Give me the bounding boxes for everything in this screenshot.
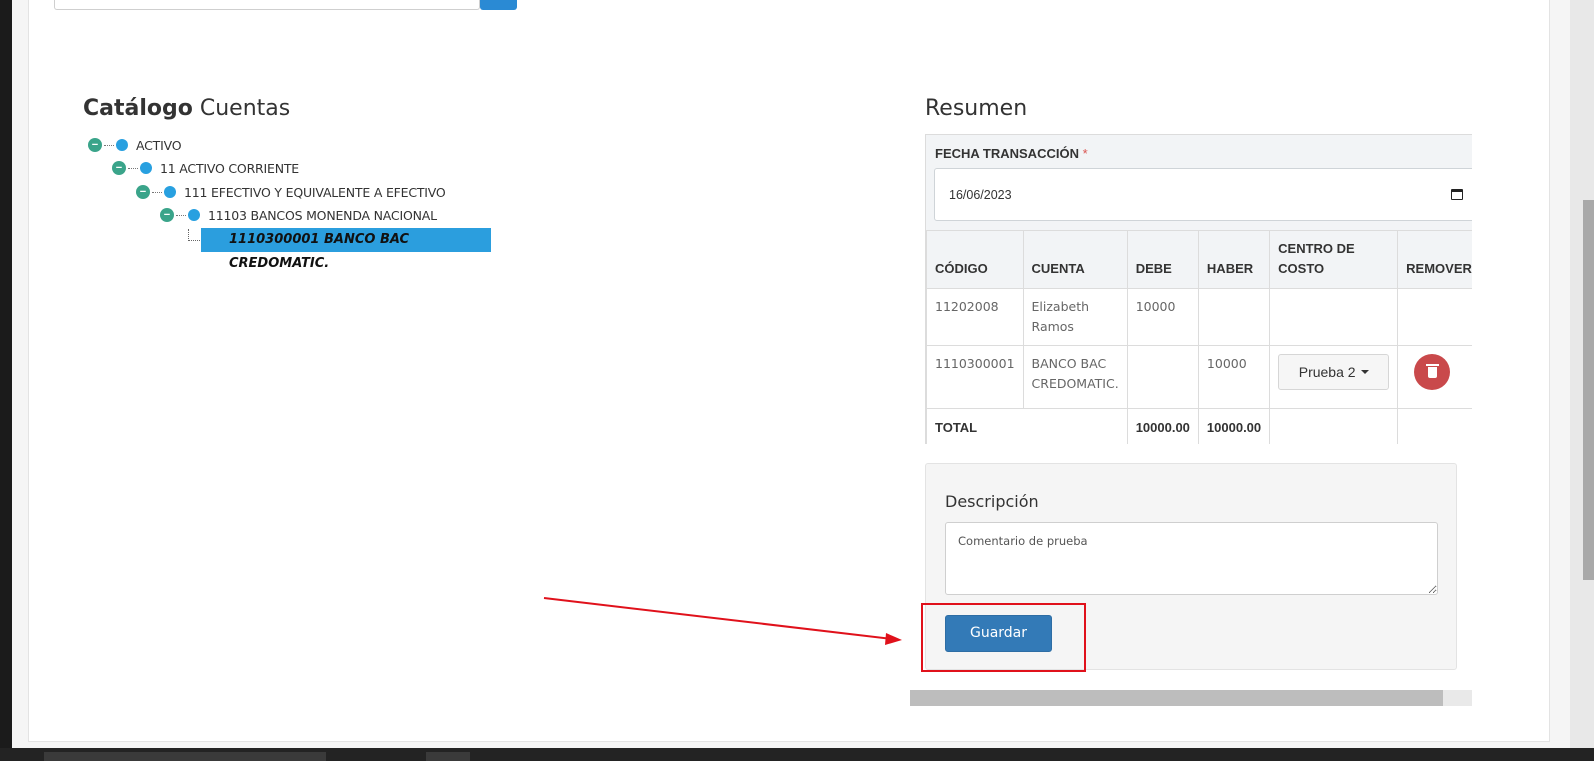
column-header-centro-costo: CENTRO DE COSTO bbox=[1269, 230, 1399, 289]
collapse-icon[interactable]: − bbox=[160, 208, 174, 222]
cell-haber: 10000 bbox=[1197, 345, 1271, 409]
transaction-date-input[interactable]: 16/06/2023 bbox=[934, 168, 1472, 221]
catalog-title: Catálogo Cuentas bbox=[83, 96, 290, 121]
tree-connector bbox=[128, 167, 138, 169]
summary-panel: FECHA TRANSACCIÓN * 16/06/2023 CÓDIGO CU… bbox=[925, 134, 1472, 444]
column-header-debe: DEBE bbox=[1126, 230, 1199, 289]
column-header-cuenta: CUENTA bbox=[1022, 230, 1128, 289]
total-haber: 10000.00 bbox=[1197, 408, 1271, 444]
table-row: 1110300001 BANCO BAC CREDOMATIC. 10000 P… bbox=[926, 345, 1472, 409]
cost-center-dropdown[interactable]: Prueba 2 bbox=[1278, 354, 1390, 390]
total-debe: 10000.00 bbox=[1126, 408, 1199, 444]
collapse-icon[interactable]: − bbox=[88, 138, 102, 152]
cell-haber bbox=[1197, 288, 1271, 346]
trash-icon bbox=[1425, 363, 1439, 378]
tree-connector bbox=[188, 229, 202, 241]
summary-title: Resumen bbox=[925, 96, 1028, 121]
tree-connector bbox=[176, 214, 186, 216]
cell-debe bbox=[1126, 345, 1199, 409]
top-input-field[interactable] bbox=[54, 0, 480, 10]
calendar-icon[interactable] bbox=[1451, 189, 1463, 200]
date-section: FECHA TRANSACCIÓN * 16/06/2023 bbox=[926, 134, 1472, 230]
remove-row-button[interactable] bbox=[1414, 354, 1451, 390]
tree-node-label[interactable]: 111 EFECTIVO Y EQUIVALENTE A EFECTIVO bbox=[184, 185, 446, 200]
window-frame-left bbox=[0, 0, 12, 761]
cost-center-value: Prueba 2 bbox=[1298, 364, 1356, 380]
annotation-arrow-icon bbox=[543, 597, 902, 645]
folder-dot-icon bbox=[188, 209, 200, 221]
column-header-codigo: CÓDIGO bbox=[926, 230, 1024, 289]
cell-cuenta: Elizabeth Ramos bbox=[1022, 288, 1128, 346]
date-label: FECHA TRANSACCIÓN * bbox=[935, 146, 1088, 161]
folder-dot-icon bbox=[164, 186, 176, 198]
tree-connector bbox=[104, 144, 114, 146]
cell-codigo: 1110300001 bbox=[926, 345, 1024, 409]
cell-remover bbox=[1397, 345, 1472, 409]
folder-dot-icon bbox=[140, 162, 152, 174]
tree-node-activo[interactable]: − ACTIVO bbox=[88, 135, 182, 155]
catalog-title-bold: Catálogo bbox=[83, 96, 193, 121]
taskbar-segment bbox=[44, 752, 326, 761]
cell-centro bbox=[1269, 288, 1399, 346]
tree-leaf-selected[interactable]: 1110300001 BANCO BAC CREDOMATIC. bbox=[201, 228, 491, 271]
cell-cuenta: BANCO BAC CREDOMATIC. bbox=[1022, 345, 1128, 409]
cell-remover bbox=[1397, 288, 1472, 346]
tree-node-activo-corriente[interactable]: − 11 ACTIVO CORRIENTE bbox=[112, 158, 299, 178]
annotation-highlight-box bbox=[921, 603, 1086, 672]
caret-down-icon bbox=[1360, 370, 1369, 374]
tree-node-efectivo[interactable]: − 111 EFECTIVO Y EQUIVALENTE A EFECTIVO bbox=[136, 182, 446, 202]
total-remover bbox=[1397, 408, 1472, 444]
collapse-icon[interactable]: − bbox=[136, 185, 150, 199]
cell-codigo: 11202008 bbox=[926, 288, 1024, 346]
horizontal-scrollbar-thumb[interactable] bbox=[910, 690, 1443, 706]
vertical-scrollbar-thumb[interactable] bbox=[1583, 200, 1594, 580]
cell-debe: 10000 bbox=[1126, 288, 1199, 346]
taskbar-segment bbox=[426, 752, 470, 761]
tree-connector bbox=[152, 191, 162, 193]
description-textarea[interactable]: Comentario de prueba bbox=[945, 522, 1438, 595]
cell-centro: Prueba 2 bbox=[1269, 345, 1399, 409]
column-header-remover: REMOVER bbox=[1397, 230, 1472, 289]
tree-node-label[interactable]: 11 ACTIVO CORRIENTE bbox=[160, 161, 299, 176]
date-value: 16/06/2023 bbox=[949, 188, 1012, 202]
catalog-title-regular: Cuentas bbox=[199, 96, 291, 121]
tree-node-bancos[interactable]: − 11103 BANCOS MONENDA NACIONAL bbox=[160, 205, 437, 225]
summary-table: CÓDIGO CUENTA DEBE HABER CENTRO DE COSTO… bbox=[926, 230, 1472, 444]
window-frame-bottom bbox=[0, 748, 1594, 761]
column-header-haber: HABER bbox=[1197, 230, 1271, 289]
required-marker: * bbox=[1082, 146, 1088, 161]
table-row: 11202008 Elizabeth Ramos 10000 bbox=[926, 288, 1472, 346]
total-centro bbox=[1269, 408, 1399, 444]
total-row: TOTAL 10000.00 10000.00 bbox=[926, 408, 1472, 444]
tree-node-label[interactable]: 11103 BANCOS MONENDA NACIONAL bbox=[208, 208, 437, 223]
top-action-button[interactable] bbox=[480, 0, 517, 10]
collapse-icon[interactable]: − bbox=[112, 161, 126, 175]
total-label: TOTAL bbox=[926, 408, 1128, 444]
folder-dot-icon bbox=[116, 139, 128, 151]
description-label: Descripción bbox=[945, 492, 1039, 511]
date-label-text: FECHA TRANSACCIÓN bbox=[935, 146, 1079, 161]
tree-node-label[interactable]: ACTIVO bbox=[136, 138, 182, 153]
